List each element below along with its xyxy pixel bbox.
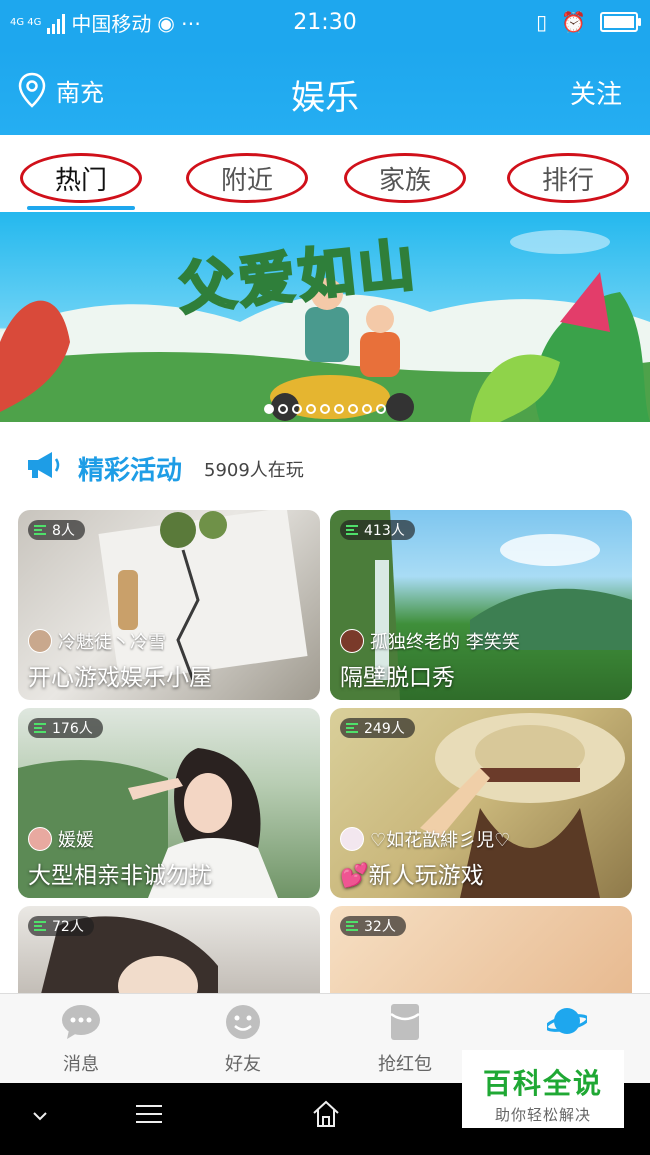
room-card[interactable]: 413人 孤独终老的 李笑笑 隔壁脱口秀	[330, 510, 632, 700]
host-name: 冷魅徒丶冷雪	[58, 632, 166, 653]
live-bars-icon	[34, 921, 46, 931]
red-envelope-icon	[390, 1004, 420, 1040]
participant-badge: 176人	[28, 718, 103, 738]
host-name: 孤独终老的 李笑笑	[370, 632, 520, 653]
host-name: 媛媛	[58, 830, 94, 851]
avatar	[340, 827, 364, 851]
room-name: 开心游戏娱乐小屋	[28, 665, 212, 691]
carousel-dot[interactable]	[320, 404, 330, 414]
room-card[interactable]: 249人 ♡如花歆緋彡児♡ 💕新人玩游戏	[330, 708, 632, 898]
app-header: 南充 娱乐 关注	[0, 48, 650, 135]
tab-label: 消息	[63, 1054, 99, 1075]
tab-hot[interactable]: 热门	[20, 153, 142, 203]
page-title: 娱乐	[291, 78, 359, 118]
room-host: 孤独终老的 李笑笑	[340, 628, 520, 654]
planet-icon	[544, 1008, 590, 1034]
status-bar: 4G 4G 中国移动 ◉ ⋯ 21:30 ▯ ⏰	[0, 0, 650, 48]
carousel-dot[interactable]	[292, 404, 302, 414]
carousel-dot[interactable]	[278, 404, 288, 414]
room-host: ♡如花歆緋彡児♡	[340, 826, 510, 852]
menu-icon[interactable]	[134, 1101, 164, 1127]
home-icon[interactable]	[311, 1099, 341, 1129]
carousel-dot[interactable]	[376, 404, 386, 414]
room-card[interactable]: 32人	[330, 906, 632, 1006]
participant-count: 176人	[52, 721, 93, 737]
carousel-dot[interactable]	[264, 404, 274, 414]
host-name: ♡如花歆緋彡児♡	[370, 830, 511, 851]
status-right: ▯ ⏰	[536, 10, 641, 34]
chevron-down-icon[interactable]	[30, 1109, 50, 1123]
live-bars-icon	[346, 921, 358, 931]
room-name: 大型相亲非诚勿扰	[28, 863, 212, 889]
participant-count: 249人	[364, 721, 405, 737]
avatar	[28, 827, 52, 851]
participant-count: 72人	[52, 919, 84, 935]
online-count: 5909人在玩	[204, 460, 304, 481]
carousel-dot[interactable]	[334, 404, 344, 414]
participant-count: 32人	[364, 919, 396, 935]
room-host: 冷魅徒丶冷雪	[28, 628, 166, 654]
tab-messages[interactable]: 消息	[0, 994, 162, 1084]
participant-badge: 72人	[28, 916, 94, 936]
participant-badge: 32人	[340, 916, 406, 936]
chat-bubble-icon	[62, 1005, 100, 1039]
watermark-title: 百科全说	[482, 1067, 603, 1100]
live-bars-icon	[346, 723, 358, 733]
alarm-icon: ⏰	[561, 10, 586, 34]
room-name: 💕新人玩游戏	[340, 856, 484, 890]
follow-button[interactable]: 关注	[570, 74, 622, 111]
vibrate-icon: ▯	[536, 10, 548, 34]
carousel-dot[interactable]	[306, 404, 316, 414]
room-card[interactable]: 8人 冷魅徒丶冷雪 开心游戏娱乐小屋	[18, 510, 320, 700]
watermark-logo: 百科全说 助你轻松解决	[462, 1050, 624, 1128]
tab-nearby[interactable]: 附近	[186, 153, 308, 203]
carousel-dot[interactable]	[362, 404, 372, 414]
participant-count: 8人	[52, 523, 75, 539]
section-title: 精彩活动	[78, 456, 183, 486]
participant-badge: 8人	[28, 520, 85, 540]
live-bars-icon	[34, 525, 46, 535]
participant-badge: 249人	[340, 718, 415, 738]
megaphone-icon	[28, 452, 60, 478]
watermark-subtitle: 助你轻松解决	[494, 1106, 591, 1124]
carousel-dots	[0, 404, 650, 414]
room-card[interactable]: 72人	[18, 906, 320, 1006]
tab-friends[interactable]: 好友	[162, 994, 324, 1084]
hearts-icon: 💕	[340, 863, 369, 889]
room-card[interactable]: 176人 媛媛 大型相亲非诚勿扰	[18, 708, 320, 898]
avatar	[28, 629, 52, 653]
room-name-text: 新人玩游戏	[368, 863, 484, 889]
room-name: 隔壁脱口秀	[340, 665, 455, 691]
battery-icon	[600, 12, 641, 32]
tab-ranking[interactable]: 排行	[507, 153, 629, 203]
avatar	[340, 629, 364, 653]
smiley-icon	[226, 1005, 260, 1039]
promo-banner[interactable]: 父爱如山	[0, 212, 650, 422]
carousel-dot[interactable]	[348, 404, 358, 414]
room-host: 媛媛	[28, 826, 94, 852]
participant-badge: 413人	[340, 520, 415, 540]
tab-label: 好友	[225, 1054, 261, 1075]
tab-family[interactable]: 家族	[344, 153, 466, 203]
live-bars-icon	[346, 525, 358, 535]
section-header: 精彩活动 5909人在玩	[0, 440, 650, 496]
category-tabs: 热门 附近 家族 排行	[0, 135, 650, 212]
live-bars-icon	[34, 723, 46, 733]
participant-count: 413人	[364, 523, 405, 539]
active-tab-indicator	[27, 206, 135, 210]
